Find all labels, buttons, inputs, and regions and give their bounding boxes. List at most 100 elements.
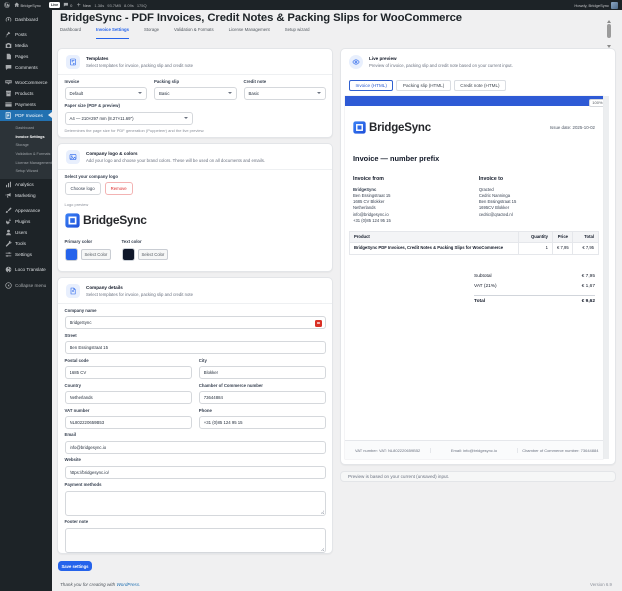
preview-tab-packing-slip[interactable]: Packing slip (HTML) bbox=[396, 79, 451, 91]
appearance-icon bbox=[5, 207, 12, 214]
wordpress-logo-icon[interactable] bbox=[4, 2, 10, 8]
footer-note-value[interactable] bbox=[65, 528, 325, 552]
vat-number-value[interactable] bbox=[69, 419, 187, 425]
sidebar-item-loco-translate[interactable]: Loco Translate bbox=[0, 264, 52, 275]
qm-time: 1.38s bbox=[94, 2, 105, 8]
website-label: Website bbox=[64, 457, 81, 463]
tab-dashboard[interactable]: Dashboard bbox=[60, 27, 81, 39]
tab-invoice-settings[interactable]: Invoice Settings bbox=[96, 27, 129, 39]
sidebar-item-pages[interactable]: Pages bbox=[0, 51, 52, 62]
sidebar-item-comments[interactable]: Comments bbox=[0, 62, 52, 73]
tab-setup-wizard[interactable]: Setup wizard bbox=[285, 27, 310, 39]
sidebar-item-plugins[interactable]: Plugins bbox=[0, 216, 52, 227]
plus-icon bbox=[77, 3, 81, 7]
invoice-issue-date: Issue date: 2025-10-02 bbox=[549, 125, 595, 130]
country-value[interactable] bbox=[69, 395, 187, 400]
primary-color-button[interactable]: Select Color bbox=[80, 248, 112, 260]
country-input[interactable] bbox=[64, 391, 192, 404]
page-scrollbar[interactable] bbox=[606, 20, 611, 48]
primary-color-swatch[interactable] bbox=[64, 247, 78, 261]
coc-number-value[interactable] bbox=[203, 395, 321, 400]
submenu-item-invoice-settings[interactable]: Invoice Settings bbox=[0, 132, 52, 141]
payment-methods-value[interactable] bbox=[65, 491, 325, 515]
company-name-value[interactable] bbox=[69, 320, 321, 326]
collapse-arrow-icon bbox=[5, 282, 12, 289]
save-settings-button[interactable]: Save settings bbox=[58, 561, 92, 572]
tab-validation-formats[interactable]: Validation & Formats bbox=[174, 27, 214, 39]
phone-input[interactable] bbox=[198, 415, 326, 429]
admin-sidebar: Dashboard Posts Media Pages Comments Woo… bbox=[0, 10, 52, 591]
sidebar-item-appearance[interactable]: Appearance bbox=[0, 205, 52, 216]
invoice-accent-bar bbox=[345, 96, 603, 106]
email-value[interactable] bbox=[69, 444, 321, 450]
email-input[interactable] bbox=[64, 440, 326, 454]
invoice-to-line: cedric@qracted.nl bbox=[478, 211, 513, 217]
sidebar-item-payments[interactable]: Payments bbox=[0, 99, 52, 110]
invoice-footer-vat: VAT number: VAT: NL802220659B52 bbox=[355, 447, 421, 453]
submenu-item-validation-formats[interactable]: Validation & Formats bbox=[0, 150, 52, 159]
submenu-item-license-management[interactable]: License Management bbox=[0, 158, 52, 167]
browser-extension-icon[interactable] bbox=[315, 319, 322, 327]
submenu-item-setup-wizard[interactable]: Setup Wizard bbox=[0, 167, 52, 176]
sidebar-item-settings[interactable]: Settings bbox=[0, 249, 52, 260]
user-avatar bbox=[611, 1, 618, 9]
footer-note-textarea[interactable] bbox=[64, 527, 326, 553]
postal-code-value[interactable] bbox=[69, 370, 187, 376]
credit-template-label: Credit note bbox=[243, 78, 267, 84]
collapse-menu-button[interactable]: Collapse menu bbox=[0, 280, 52, 291]
website-value[interactable] bbox=[69, 469, 321, 475]
remove-logo-button[interactable]: Remove bbox=[104, 182, 133, 196]
sidebar-item-woocommerce[interactable]: WooCommerce bbox=[0, 77, 52, 88]
new-content-menu[interactable]: New bbox=[76, 2, 91, 8]
sidebar-item-dashboard[interactable]: Dashboard bbox=[0, 14, 52, 25]
comments-menu[interactable]: 0 bbox=[63, 2, 72, 8]
submenu-item-dashboard[interactable]: Dashboard bbox=[0, 124, 52, 133]
sidebar-item-analytics[interactable]: Analytics bbox=[0, 179, 52, 190]
sidebar-item-marketing[interactable]: Marketing bbox=[0, 190, 52, 201]
scroll-up-icon[interactable] bbox=[607, 20, 611, 23]
invoice-template-select[interactable]: Default bbox=[64, 86, 147, 100]
website-input[interactable] bbox=[64, 465, 326, 479]
tab-license-management[interactable]: License Management bbox=[229, 27, 270, 39]
site-menu[interactable]: BridgeSync bbox=[13, 2, 41, 8]
wordpress-link[interactable]: WordPress. bbox=[116, 582, 140, 587]
preview-scrollbar-track[interactable] bbox=[603, 96, 609, 459]
street-input[interactable] bbox=[64, 341, 326, 355]
postal-code-input[interactable] bbox=[64, 366, 192, 380]
scroll-down-icon[interactable] bbox=[607, 45, 611, 48]
city-input[interactable] bbox=[198, 366, 326, 380]
preview-tab-credit-note[interactable]: Credit note (HTML) bbox=[453, 79, 507, 91]
sidebar-item-posts[interactable]: Posts bbox=[0, 29, 52, 40]
submenu-item-storage[interactable]: Storage bbox=[0, 141, 52, 150]
preview-tab-invoice[interactable]: Invoice (HTML) bbox=[349, 79, 394, 91]
packing-template-select[interactable]: Basic bbox=[154, 86, 237, 100]
text-color-button[interactable]: Select Color bbox=[137, 248, 169, 260]
scroll-thumb[interactable] bbox=[606, 24, 611, 38]
credit-template-select[interactable]: Basic bbox=[243, 86, 326, 100]
resize-grip-icon[interactable] bbox=[320, 547, 324, 551]
vat-number-input[interactable] bbox=[64, 415, 192, 429]
my-account-menu[interactable]: Howdy, BridgeSync bbox=[574, 1, 622, 9]
city-value[interactable] bbox=[203, 370, 321, 376]
preview-card-title: Live preview bbox=[369, 56, 397, 61]
sidebar-item-media[interactable]: Media bbox=[0, 40, 52, 51]
choose-logo-button[interactable]: Choose logo bbox=[64, 182, 101, 196]
thanks-text: Thank you for creating with bbox=[60, 581, 117, 587]
sidebar-item-tools[interactable]: Tools bbox=[0, 238, 52, 249]
resize-grip-icon[interactable] bbox=[320, 510, 324, 514]
company-name-input[interactable] bbox=[64, 316, 326, 330]
street-value[interactable] bbox=[69, 345, 321, 351]
tab-storage[interactable]: Storage bbox=[144, 27, 159, 39]
payment-methods-textarea[interactable] bbox=[64, 490, 326, 516]
coc-number-input[interactable] bbox=[198, 391, 326, 404]
phone-value[interactable] bbox=[203, 419, 321, 425]
paper-size-select[interactable]: A4 — 210×297 mm (8.27×11.69") bbox=[64, 111, 193, 125]
text-color-swatch[interactable] bbox=[121, 247, 135, 261]
sidebar-item-pdf-invoices[interactable]: PDF Invoices bbox=[0, 109, 52, 121]
pdf-invoices-submenu: Dashboard Invoice Settings Storage Valid… bbox=[0, 120, 52, 179]
item-price: € 7,95 bbox=[552, 241, 573, 255]
sidebar-item-products[interactable]: Products bbox=[0, 88, 52, 99]
query-monitor-stats[interactable]: 1.38s 93.7MB 8.09s 175Q bbox=[94, 3, 146, 8]
sidebar-item-users[interactable]: Users bbox=[0, 227, 52, 238]
totals-row: VAT (21%) € 1,67 bbox=[474, 281, 595, 292]
